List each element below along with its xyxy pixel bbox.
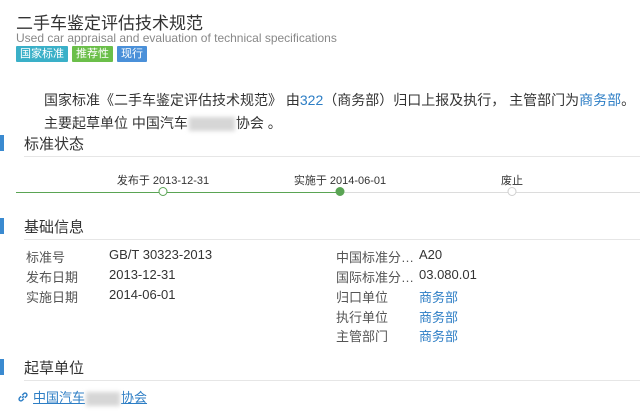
intro-line-1: 国家标准《二手车鉴定评估技术规范》 由322（商务部）归口上报及执行， 主管部门… bbox=[44, 90, 635, 110]
redacted-blur bbox=[188, 117, 235, 132]
section-title: 基础信息 bbox=[24, 218, 85, 236]
badge-current: 现行 bbox=[117, 46, 147, 62]
section-divider bbox=[24, 156, 640, 157]
section-header-drafting: 起草单位 bbox=[0, 357, 84, 377]
badge-recommended: 推荐性 bbox=[72, 46, 113, 62]
timeline-progress-line bbox=[16, 192, 340, 193]
value-implement-date: 2014-06-01 bbox=[109, 287, 176, 302]
value-ics: 03.080.01 bbox=[419, 267, 477, 282]
drafting-org-prefix: 中国汽车 bbox=[33, 390, 86, 405]
value-publish-date: 2013-12-31 bbox=[109, 267, 176, 282]
timeline-dot-implemented bbox=[335, 187, 345, 196]
competent-dept-link[interactable]: 商务部 bbox=[419, 326, 458, 345]
label-standard-number: 标准号 bbox=[26, 250, 66, 265]
timeline-label-published: 发布于 2013-12-31 bbox=[116, 175, 210, 187]
label-competent-dept: 主管部门 bbox=[336, 329, 389, 344]
drafting-org-link[interactable]: 中国汽车 协会 bbox=[33, 387, 147, 406]
timeline-dot-published bbox=[158, 187, 168, 196]
section-title: 起草单位 bbox=[24, 359, 85, 377]
redacted-blur bbox=[86, 391, 121, 406]
badge-group: 国家标准 推荐性 现行 bbox=[16, 46, 147, 62]
section-header-basic: 基础信息 bbox=[0, 216, 84, 236]
page-subtitle: Used car appraisal and evaluation of tec… bbox=[16, 31, 337, 45]
label-executing-unit: 执行单位 bbox=[336, 310, 389, 325]
timeline-remaining-line bbox=[340, 192, 640, 193]
section-accent-bar bbox=[0, 359, 4, 375]
intro-text: （商务部）归口上报及执行， 主管部门为 bbox=[323, 92, 580, 108]
intro-text: 。 bbox=[621, 92, 636, 108]
drafting-org-suffix: 协会 bbox=[121, 390, 148, 405]
value-ccs: A20 bbox=[419, 247, 443, 262]
timeline-label-implemented: 实施于 2014-06-01 bbox=[293, 175, 387, 187]
timeline-dot-abolished bbox=[507, 187, 517, 196]
intro-line-2: 主要起草单位 中国汽车 协会 。 bbox=[44, 113, 282, 133]
section-divider bbox=[24, 239, 640, 240]
value-standard-number: GB/T 30323-2013 bbox=[109, 247, 213, 262]
badge-national-standard: 国家标准 bbox=[16, 46, 68, 62]
section-header-status: 标准状态 bbox=[0, 133, 84, 153]
label-ics: 国际标准分… bbox=[336, 270, 415, 285]
drafting-org-item: 中国汽车 协会 bbox=[17, 387, 147, 406]
executing-unit-link[interactable]: 商务部 bbox=[419, 307, 458, 326]
link-icon bbox=[18, 391, 28, 402]
committee-link[interactable]: 322 bbox=[300, 92, 323, 108]
technical-committee-link[interactable]: 商务部 bbox=[419, 287, 458, 306]
label-ccs: 中国标准分… bbox=[336, 250, 415, 265]
section-title: 标准状态 bbox=[24, 135, 85, 153]
label-technical-committee: 归口单位 bbox=[336, 290, 389, 305]
section-accent-bar bbox=[0, 218, 4, 234]
intro-text: 主要起草单位 中国汽车 bbox=[44, 115, 188, 131]
timeline-label-abolished: 废止 bbox=[501, 175, 523, 187]
intro-text: 协会 。 bbox=[235, 115, 282, 131]
section-accent-bar bbox=[0, 135, 4, 151]
label-implement-date: 实施日期 bbox=[26, 290, 79, 305]
intro-text: 国家标准《二手车鉴定评估技术规范》 由 bbox=[44, 92, 300, 108]
section-divider bbox=[24, 380, 640, 381]
label-publish-date: 发布日期 bbox=[26, 270, 79, 285]
ministry-link[interactable]: 商务部 bbox=[579, 92, 621, 108]
